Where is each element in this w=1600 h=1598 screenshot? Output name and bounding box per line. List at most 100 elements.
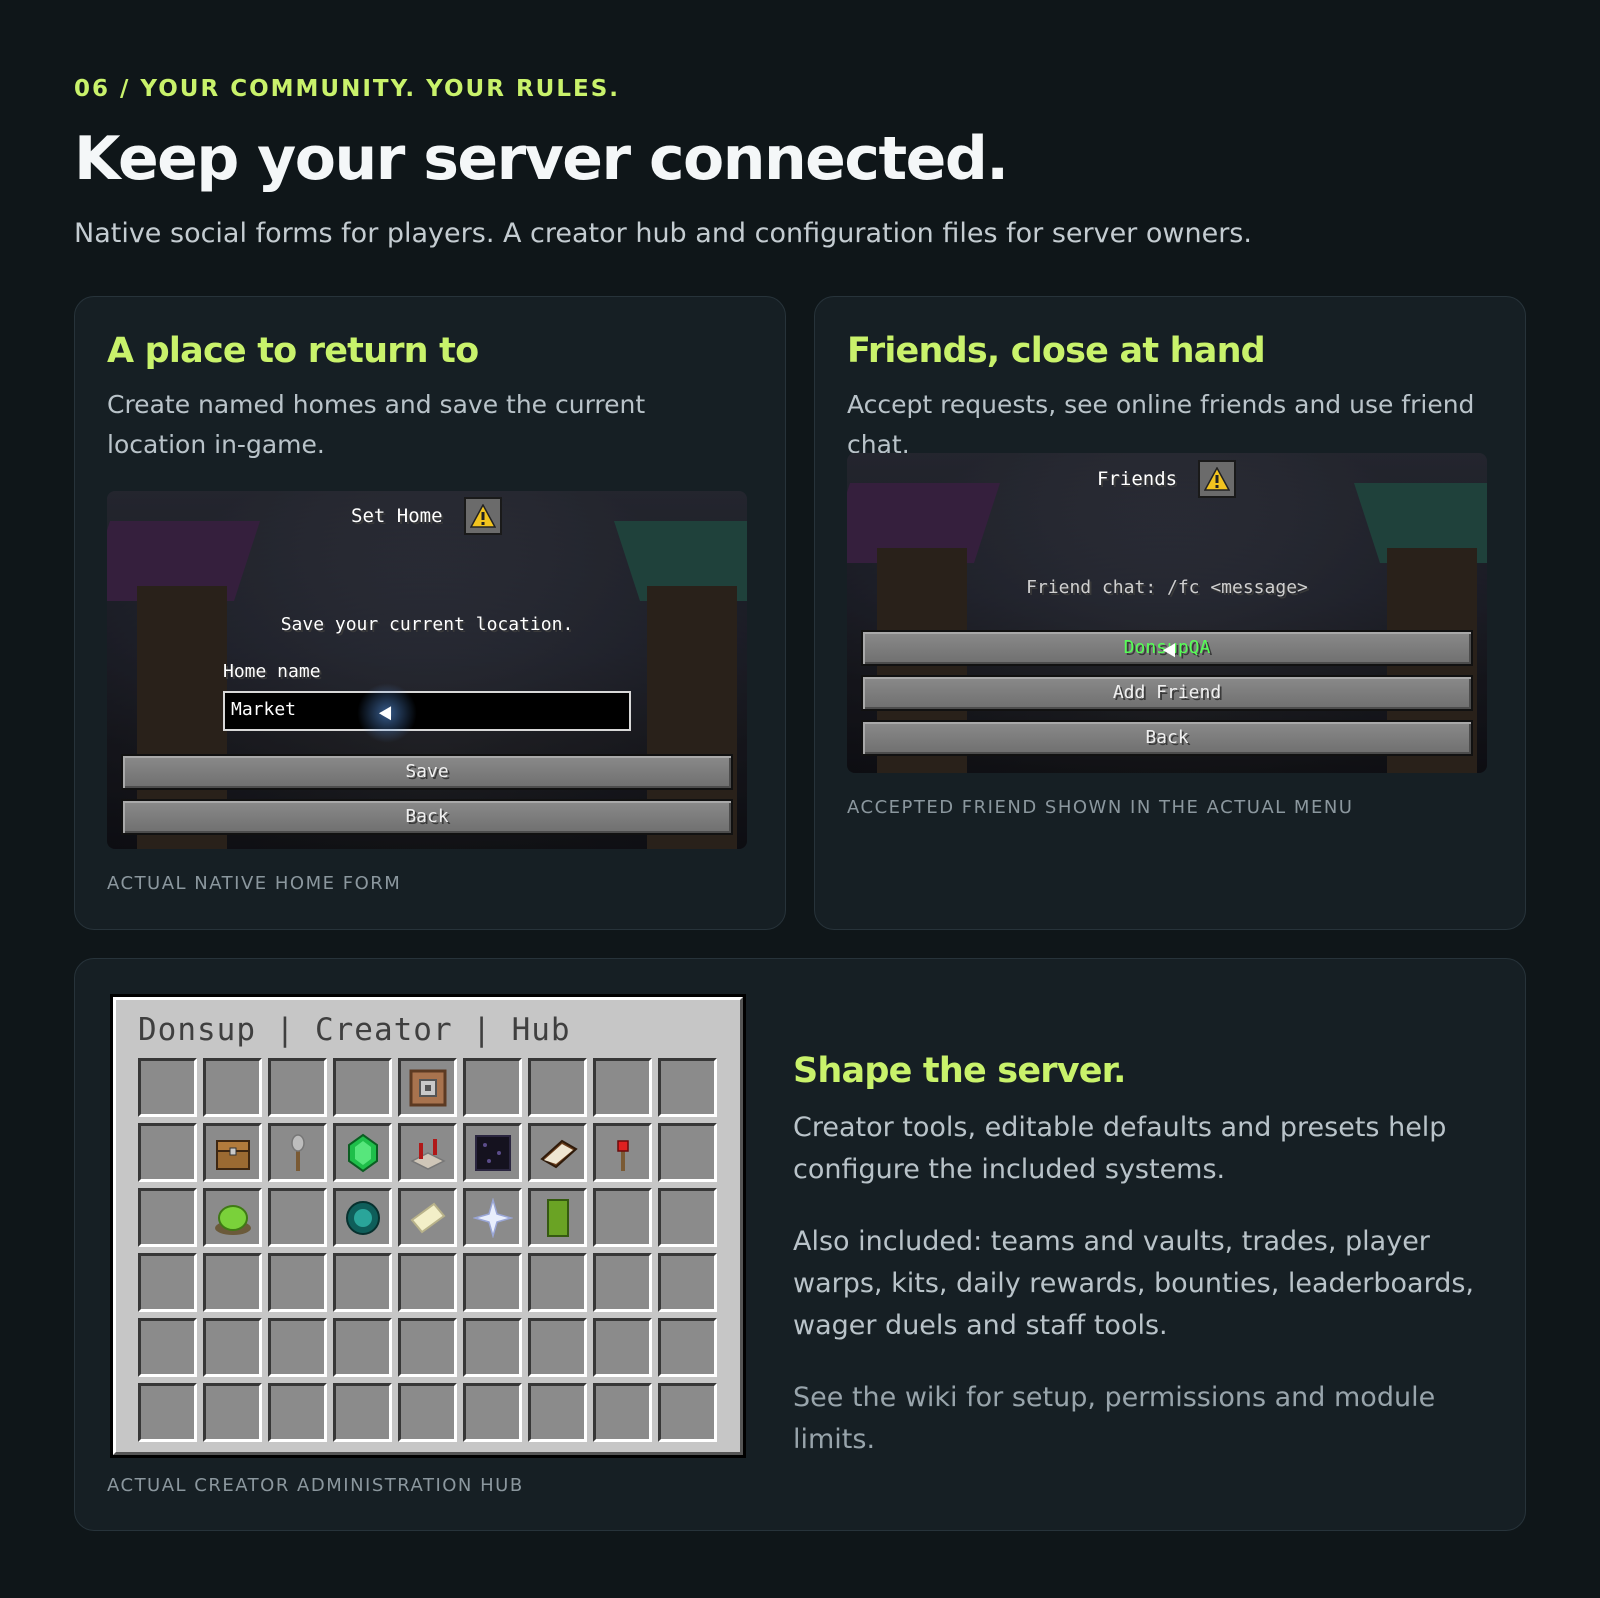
set-home-screen: Set Home Save your current location. Hom… xyxy=(107,491,747,849)
inventory-slot[interactable] xyxy=(268,1318,327,1377)
inventory-slot[interactable] xyxy=(463,1318,522,1377)
inventory-slot[interactable] xyxy=(333,1058,392,1117)
inventory-slot[interactable] xyxy=(658,1123,717,1182)
save-button[interactable]: Save xyxy=(121,754,733,790)
emerald-icon xyxy=(343,1133,383,1173)
friends-card: Friends, close at hand Accept requests, … xyxy=(814,296,1526,930)
inventory-slot-obsidian[interactable] xyxy=(463,1123,522,1182)
hub-title: Donsup | Creator | Hub xyxy=(138,1012,571,1048)
hub-card-heading: Shape the server. xyxy=(793,1051,1126,1091)
back-button[interactable]: Back xyxy=(861,720,1473,756)
paper-icon xyxy=(408,1198,448,1238)
page-subtitle: Native social forms for players. A creat… xyxy=(74,218,1252,249)
slime-block-icon xyxy=(213,1198,253,1238)
inventory-slot[interactable] xyxy=(593,1188,652,1247)
creator-hub-inventory: Donsup | Creator | Hub xyxy=(113,997,743,1455)
back-button[interactable]: Back xyxy=(121,799,733,835)
inventory-slot-book[interactable] xyxy=(528,1123,587,1182)
inventory-slot[interactable] xyxy=(398,1318,457,1377)
hub-card: Donsup | Creator | Hub ACTUAL CREATOR AD… xyxy=(74,958,1526,1531)
inventory-slot[interactable] xyxy=(398,1253,457,1312)
inventory-slot-nether-star[interactable] xyxy=(463,1188,522,1247)
inventory-slot[interactable] xyxy=(658,1188,717,1247)
redstone-torch-icon xyxy=(603,1133,643,1173)
inventory-slot[interactable] xyxy=(203,1253,262,1312)
inventory-slot[interactable] xyxy=(138,1383,197,1442)
inventory-slot[interactable] xyxy=(658,1383,717,1442)
inventory-slot[interactable] xyxy=(528,1318,587,1377)
inventory-slot[interactable] xyxy=(658,1058,717,1117)
inventory-slot-command-block[interactable] xyxy=(398,1058,457,1117)
inventory-slot[interactable] xyxy=(203,1383,262,1442)
inventory-slot[interactable] xyxy=(593,1383,652,1442)
inventory-slot[interactable] xyxy=(528,1058,587,1117)
friends-title: Friends xyxy=(1097,468,1178,490)
hub-paragraph-2: Also included: teams and vaults, trades,… xyxy=(793,1226,1474,1341)
inventory-slot[interactable] xyxy=(268,1058,327,1117)
inventory-slot[interactable] xyxy=(463,1058,522,1117)
inventory-slot[interactable] xyxy=(268,1188,327,1247)
inventory-slot[interactable] xyxy=(203,1318,262,1377)
inventory-slot[interactable] xyxy=(658,1318,717,1377)
friend-chat-hint: Friend chat: /fc <message> xyxy=(1026,577,1308,598)
inventory-slot[interactable] xyxy=(398,1383,457,1442)
inventory-slot[interactable] xyxy=(333,1383,392,1442)
inventory-slot-paper[interactable] xyxy=(398,1188,457,1247)
inventory-slot[interactable] xyxy=(528,1383,587,1442)
inventory-slot-slime-block[interactable] xyxy=(203,1188,262,1247)
inventory-slot[interactable] xyxy=(268,1383,327,1442)
inventory-slot[interactable] xyxy=(138,1123,197,1182)
inventory-slot[interactable] xyxy=(463,1253,522,1312)
inventory-slot[interactable] xyxy=(658,1253,717,1312)
obsidian-icon xyxy=(473,1133,513,1173)
inventory-slot-redstone-repeater[interactable] xyxy=(398,1123,457,1182)
inventory-slot[interactable] xyxy=(593,1253,652,1312)
nether-star-icon xyxy=(472,1197,513,1238)
inventory-slot[interactable] xyxy=(138,1318,197,1377)
redstone-repeater-icon xyxy=(408,1133,448,1173)
add-friend-button[interactable]: Add Friend xyxy=(861,675,1473,711)
chest-icon xyxy=(213,1133,253,1173)
home-card-description: Create named homes and save the current … xyxy=(107,390,646,459)
ender-pearl-icon xyxy=(343,1198,383,1238)
inventory-grid xyxy=(138,1058,717,1442)
inventory-slot[interactable] xyxy=(463,1383,522,1442)
inventory-slot-ender-pearl[interactable] xyxy=(333,1188,392,1247)
book-icon xyxy=(538,1133,578,1173)
section-eyebrow: 06 / YOUR COMMUNITY. YOUR RULES. xyxy=(74,76,621,102)
home-card-heading: A place to return to xyxy=(107,331,479,371)
warning-icon[interactable] xyxy=(464,497,502,535)
friends-card-heading: Friends, close at hand xyxy=(847,331,1266,371)
inventory-slot[interactable] xyxy=(333,1253,392,1312)
inventory-slot[interactable] xyxy=(203,1058,262,1117)
inventory-slot-shovel[interactable] xyxy=(268,1123,327,1182)
friends-card-caption: ACCEPTED FRIEND SHOWN IN THE ACTUAL MENU xyxy=(847,797,1354,818)
inventory-slot[interactable] xyxy=(268,1253,327,1312)
home-name-label: Home name xyxy=(223,661,321,682)
set-home-prompt: Save your current location. xyxy=(280,614,574,635)
hub-paragraph-3: See the wiki for setup, permissions and … xyxy=(793,1382,1436,1455)
hub-paragraph-1: Creator tools, editable defaults and pre… xyxy=(793,1112,1447,1185)
inventory-slot[interactable] xyxy=(333,1318,392,1377)
green-banner-icon xyxy=(538,1191,578,1245)
home-name-input[interactable]: Market xyxy=(223,691,631,731)
inventory-slot[interactable] xyxy=(593,1058,652,1117)
inventory-slot[interactable] xyxy=(138,1058,197,1117)
friends-screen: Friends Friend chat: /fc <message> Donsu… xyxy=(847,453,1487,773)
inventory-slot[interactable] xyxy=(138,1253,197,1312)
inventory-slot[interactable] xyxy=(138,1188,197,1247)
inventory-slot-emerald[interactable] xyxy=(333,1123,392,1182)
inventory-slot-green-banner[interactable] xyxy=(528,1188,587,1247)
home-card: A place to return to Create named homes … xyxy=(74,296,786,930)
shovel-icon xyxy=(278,1133,318,1173)
inventory-slot[interactable] xyxy=(528,1253,587,1312)
warning-icon[interactable] xyxy=(1198,460,1236,498)
inventory-slot[interactable] xyxy=(593,1318,652,1377)
set-home-title: Set Home xyxy=(351,505,443,527)
page-title: Keep your server connected. xyxy=(74,124,1009,194)
hub-card-caption: ACTUAL CREATOR ADMINISTRATION HUB xyxy=(107,1475,524,1496)
home-card-caption: ACTUAL NATIVE HOME FORM xyxy=(107,873,402,894)
inventory-slot-chest[interactable] xyxy=(203,1123,262,1182)
command-block-icon xyxy=(408,1068,448,1108)
inventory-slot-redstone-torch[interactable] xyxy=(593,1123,652,1182)
